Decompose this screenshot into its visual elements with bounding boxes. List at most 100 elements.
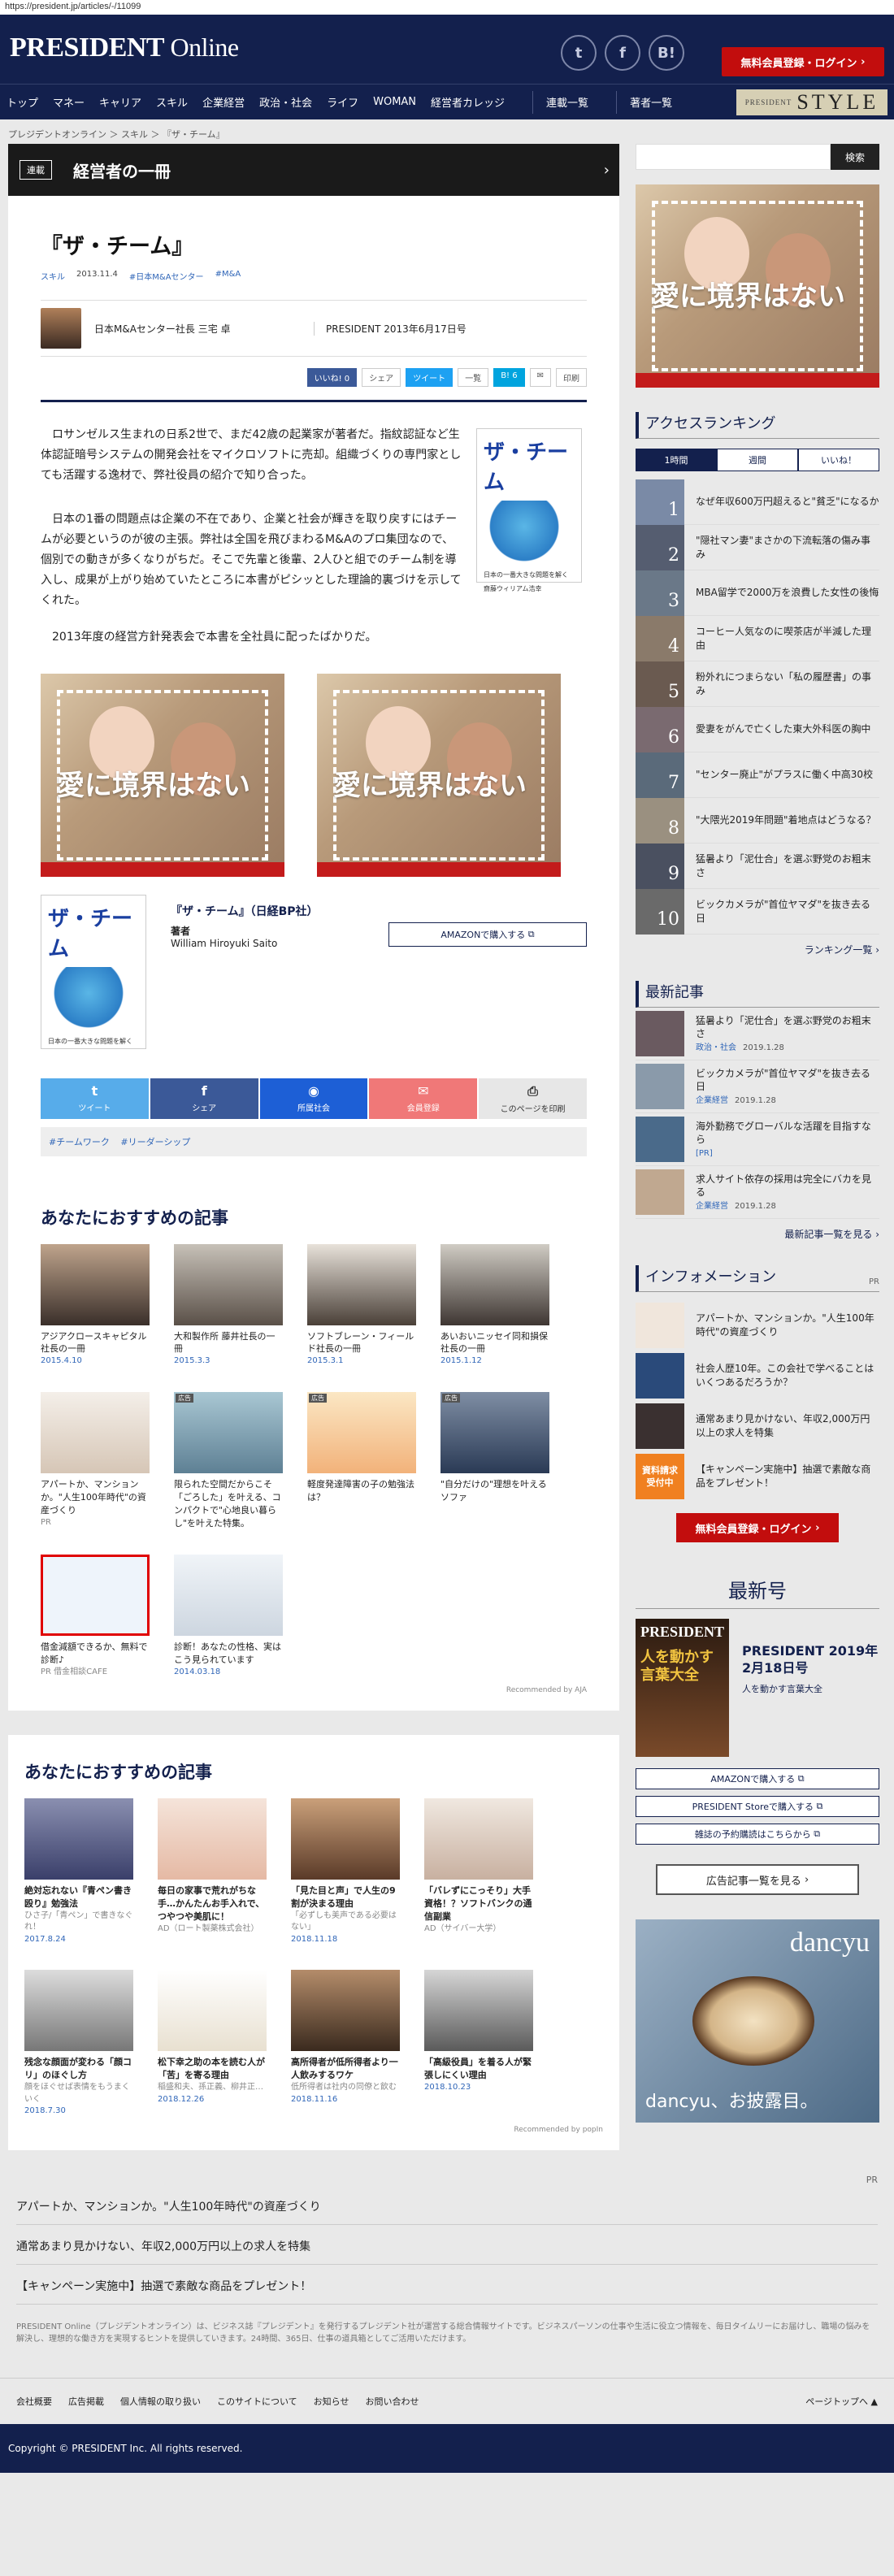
president-style-link[interactable]: PRESIDENT STYLE <box>736 89 887 115</box>
recommend-card[interactable]: 広告 "自分だけの"理想を叶えるソファ <box>440 1391 549 1530</box>
footer-link-ads[interactable]: 広告掲載 <box>68 2395 104 2408</box>
recommend-card[interactable]: ソフトブレーン・フィールド社長の一冊 2015.3.1 <box>307 1243 416 1368</box>
print-page-button[interactable]: ⎙ このページを印刷 <box>479 1078 587 1119</box>
tab-weekly[interactable]: 週間 <box>717 449 798 471</box>
url-bar[interactable]: https://president.jp/articles/-/11099 <box>0 0 894 15</box>
amazon-buy-button[interactable]: AMAZONで購入する ⧉ <box>388 922 587 947</box>
recommend-card[interactable]: アパートか、マンションか。"人生100年時代"の資産づくり PR <box>41 1391 150 1530</box>
subscription-button[interactable]: 雑誌の予約購読はこちらから ⧉ <box>636 1824 879 1845</box>
recommend-card[interactable]: 「高級役員」を着る人が緊張しにくい理由 2018.10.23 <box>424 1970 533 2117</box>
signup-login-button[interactable]: 無料会員登録・ログイン › <box>722 47 884 76</box>
amazon-issue-button[interactable]: AMAZONで購入する ⧉ <box>636 1768 879 1789</box>
like-button[interactable]: いいね! 0 <box>306 368 358 387</box>
pr-link[interactable]: 通常あまり見かけない、年収2,000万円以上の求人を特集 <box>16 2225 878 2265</box>
mail-share-button[interactable]: ✉ 会員登録 <box>369 1078 478 1119</box>
nav-item-woman[interactable]: WOMAN <box>373 96 416 108</box>
ranking-item[interactable]: 10 ビックカメラが"首位ヤマダ"を抜き去る日 <box>636 888 879 935</box>
hatena-icon[interactable]: B! <box>649 35 684 71</box>
series-bar[interactable]: 連載 経営者の一冊 › <box>8 144 619 196</box>
search-input[interactable] <box>636 144 831 170</box>
ranking-item[interactable]: 7 "センター廃止"がプラスに働く中高30校 <box>636 752 879 798</box>
recommend-card[interactable]: 借金減額できるか、無料で診断♪ PR 借金相談CAFE <box>41 1554 150 1678</box>
magazine-cover[interactable]: PRESIDENT 人を動かす言葉大全 <box>636 1619 730 1757</box>
messenger-share-button[interactable]: ◉ 所属社会 <box>259 1078 368 1119</box>
nav-item-life[interactable]: ライフ <box>327 94 358 110</box>
tab-hourly[interactable]: 1時間 <box>636 449 717 471</box>
pr-link[interactable]: アパートか、マンションか。"人生100年時代"の資産づくり <box>16 2185 878 2225</box>
recommend-card[interactable]: アジアクロースキャピタル社長の一冊 2015.4.10 <box>41 1243 150 1368</box>
footer-link-about[interactable]: このサイトについて <box>217 2395 297 2408</box>
footer-link-contact[interactable]: お問い合わせ <box>365 2395 419 2408</box>
nav-item-writers[interactable]: 著者一覧 <box>630 94 672 110</box>
recommend-card[interactable]: 絶対忘れない『青ペン書き殴り』勉強法 ひさ子/「青ペン」で書きなぐれ！ 2017.8… <box>24 1798 133 1945</box>
dancyu-ad[interactable]: dancyu dancyu、お披露目。 <box>636 1919 879 2123</box>
latest-more-link[interactable]: 最新記事一覧を見る › <box>636 1227 879 1241</box>
breadcrumb[interactable]: プレジデントオンライン ＞ スキル ＞ 『ザ・チーム』 <box>0 119 894 144</box>
nav-item-series[interactable]: 連載一覧 <box>546 94 588 110</box>
nav-item-politics[interactable]: 政治・社会 <box>259 94 312 110</box>
recommend-card[interactable]: 高所得者が低所得者より一人飲みするワケ 低所得者は社内の同僚と飲む 2018.11.… <box>291 1970 400 2117</box>
book-cover-image[interactable]: ザ・チーム 日本の一番大きな問題を解く 齋藤ウィリアム浩幸 <box>476 428 582 592</box>
nav-item-college[interactable]: 経営者カレッジ <box>431 94 505 110</box>
share-button[interactable]: シェア <box>362 368 401 387</box>
nav-item-money[interactable]: マネー <box>53 94 85 110</box>
ranking-item[interactable]: 5 粉外れにつまらない「私の履歴書」の事み <box>636 661 879 707</box>
recommend-card[interactable]: 診断！あなたの性格、実はこう見られています 2014.03.18 <box>174 1554 283 1678</box>
mail-icon[interactable]: ✉ <box>529 368 551 387</box>
recommended-by[interactable]: Recommended by popIn <box>24 2126 603 2134</box>
ad-banner[interactable]: 愛に境界はない <box>41 673 284 877</box>
list-button[interactable]: 一覧 <box>458 368 489 387</box>
site-logo[interactable]: PRESIDENT Online <box>10 33 239 63</box>
info-item[interactable]: 社会人歴10年。この会社で学べることはいくつあるだろうか？ <box>636 1351 879 1401</box>
latest-item[interactable]: 猛暑より「泥仕合」を選ぶ野党のお粗末さ 政治・社会 2019.1.28 <box>636 1008 879 1060</box>
nav-item-skill[interactable]: スキル <box>156 94 188 110</box>
sidebar-signup-button[interactable]: 無料会員登録・ログイン › <box>676 1513 839 1542</box>
recommend-card[interactable]: 毎日の家事で荒れがちな手…かんたんお手入れで、つやつや美肌に！ AD（ロート製薬株… <box>158 1798 267 1945</box>
tab-likes[interactable]: いいね！ <box>798 449 879 471</box>
book-cover-image[interactable]: ザ・チーム 日本の一番大きな問題を解く <box>41 894 146 1049</box>
search-button[interactable]: 検索 <box>831 144 879 170</box>
ranking-item[interactable]: 3 MBA留学で2000万を浪費した女性の後悔 <box>636 570 879 616</box>
recommend-card[interactable]: 残念な顔面が変わる「顔コリ」のほぐし方 顔をほぐせば表情をもうまくいく 2018.7… <box>24 1970 133 2117</box>
info-item[interactable]: 資料請求受付中 【キャンペーン実施中】抽選で素敵な商品をプレゼント！ <box>636 1451 879 1502</box>
print-button[interactable]: 印刷 <box>556 368 587 387</box>
tweet-share-button[interactable]: t ツイート <box>41 1078 149 1119</box>
footer-link-company[interactable]: 会社概要 <box>16 2395 52 2408</box>
tag-link[interactable]: #チームワーク <box>49 1137 110 1147</box>
footer-link-privacy[interactable]: 個人情報の取り扱い <box>120 2395 201 2408</box>
footer-link-news[interactable]: お知らせ <box>314 2395 349 2408</box>
recommended-by[interactable]: Recommended by AJA <box>41 1686 587 1694</box>
recommend-card[interactable]: 広告 限られた空間だからこそ「ごろした」を叶える、コンパクトで"心地良い暮らし"を… <box>174 1391 283 1530</box>
pr-link[interactable]: 【キャンペーン実施中】抽選で素敵な商品をプレゼント！ <box>16 2265 878 2305</box>
tag-link[interactable]: #リーダーシップ <box>120 1137 190 1147</box>
ranking-item[interactable]: 8 "大隈光2019年問題"着地点はどうなる？ <box>636 797 879 843</box>
article-category[interactable]: スキル <box>41 270 65 282</box>
recommend-card[interactable]: 「見た目と声」で人生の9割が決まる理由 「必ずしも美声である必要はない」 2018.… <box>291 1798 400 1945</box>
ad-list-button[interactable]: 広告記事一覧を見る › <box>656 1864 859 1895</box>
recommend-card[interactable]: 大和製作所 藤井社長の一冊 2015.3.3 <box>174 1243 283 1368</box>
ranking-more-link[interactable]: ランキング一覧 › <box>636 943 879 956</box>
ranking-item[interactable]: 4 コーヒー人気なのに喫茶店が半減した理由 <box>636 615 879 661</box>
recommend-card[interactable]: あいおいニッセイ同和損保社長の一冊 2015.1.12 <box>440 1243 549 1368</box>
nav-item-top[interactable]: トップ <box>7 94 38 110</box>
info-item[interactable]: 通常あまり見かけない、年収2,000万円以上の求人を特集 <box>636 1401 879 1451</box>
hatena-button[interactable]: B! 6 <box>493 368 525 387</box>
facebook-share-button[interactable]: f シェア <box>150 1078 258 1119</box>
latest-item[interactable]: 海外勤務でグローバルな活躍を目指すなら [PR] <box>636 1113 879 1166</box>
facebook-icon[interactable]: f <box>605 35 640 71</box>
sidebar-ad-banner[interactable]: 愛に境界はない <box>636 184 879 388</box>
recommend-card[interactable]: 「バレずにこっそり」大手資格！？ソフトバンクの通信副業 AD（サイバー大学） <box>424 1798 533 1945</box>
info-item[interactable]: アパートか、マンションか。"人生100年時代"の資産づくり <box>636 1300 879 1351</box>
recommend-card[interactable]: 松下幸之助の本を読む人が「苦」を寄る理由 稲盛和夫、孫正義、柳井正… 2018.12… <box>158 1970 267 2117</box>
ranking-item[interactable]: 2 "隠社マン妻"まさかの下流転落の傷み事み <box>636 524 879 570</box>
ad-banner[interactable]: 愛に境界はない <box>317 673 561 877</box>
ranking-item[interactable]: 1 なぜ年収600万円超えると"貧乏"になるか <box>636 479 879 525</box>
article-tag[interactable]: #日本M&Aセンター <box>129 270 204 282</box>
store-issue-button[interactable]: PRESIDENT Storeで購入する ⧉ <box>636 1796 879 1817</box>
article-tag[interactable]: #M&A <box>215 270 241 282</box>
twitter-icon[interactable]: t <box>561 35 597 71</box>
page-top-link[interactable]: ページトップへ ▲ <box>805 2395 878 2408</box>
recommend-card[interactable]: 広告 軽度発達障害の子の勉強法は？ <box>307 1391 416 1530</box>
nav-item-management[interactable]: 企業経営 <box>202 94 245 110</box>
latest-item[interactable]: ビックカメラが"首位ヤマダ"を抜き去る日 企業経営 2019.1.28 <box>636 1060 879 1113</box>
